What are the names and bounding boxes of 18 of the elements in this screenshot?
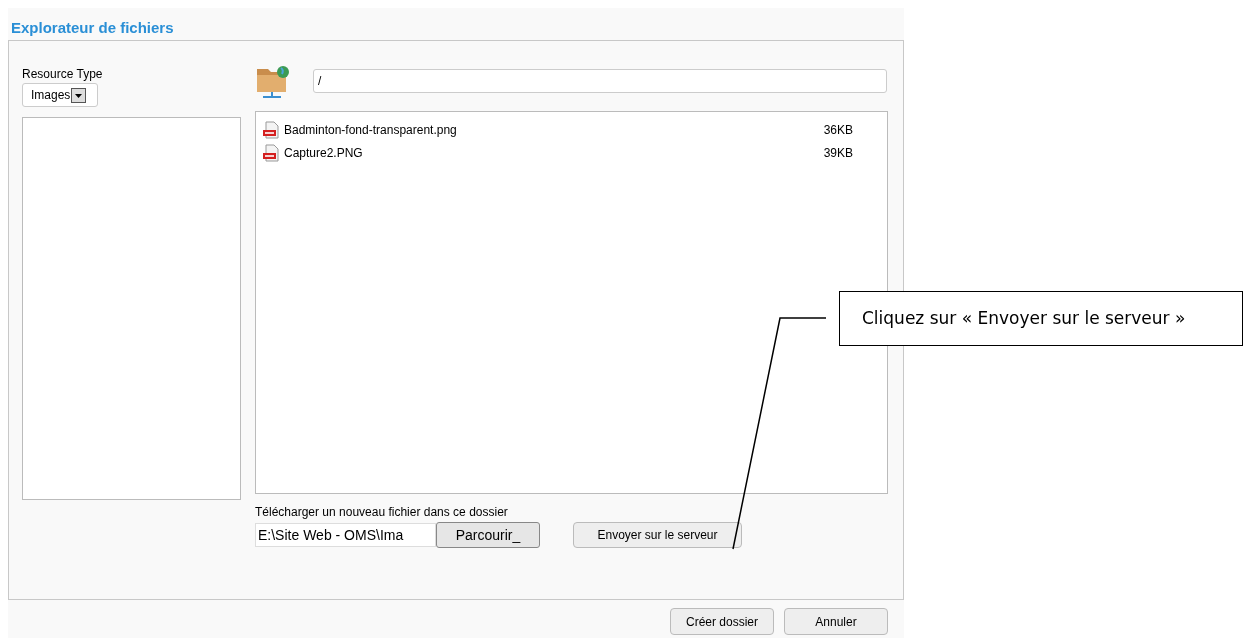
resource-type-dropdown[interactable]: Images (22, 83, 98, 107)
file-size: 39KB (823, 144, 853, 162)
file-name[interactable]: Capture2.PNG (284, 143, 820, 162)
window-title: Explorateur de fichiers (10, 18, 175, 38)
png-file-icon (262, 120, 280, 139)
path-field[interactable]: / (313, 69, 887, 93)
dialog-button[interactable]: Créer dossier (670, 608, 774, 635)
upload-button[interactable]: Envoyer sur le serveur (573, 522, 742, 548)
resource-type-label: Resource Type (22, 67, 104, 81)
upload-label: Télécharger un nouveau fichier dans ce dossier (255, 505, 509, 519)
dialog-button[interactable]: Annuler (784, 608, 888, 635)
callout-note: Cliquez sur « Envoyer sur le serveur » (839, 291, 1243, 346)
network-folder-icon (255, 63, 289, 99)
png-file-icon (262, 143, 280, 162)
file-name[interactable]: Badminton-fond-transparent.png (284, 120, 820, 139)
file-size: 36KB (823, 121, 853, 139)
file-path-field[interactable]: E:\Site Web - OMS\Ima (255, 523, 436, 547)
browse-button[interactable]: Parcourir_ (436, 522, 540, 548)
